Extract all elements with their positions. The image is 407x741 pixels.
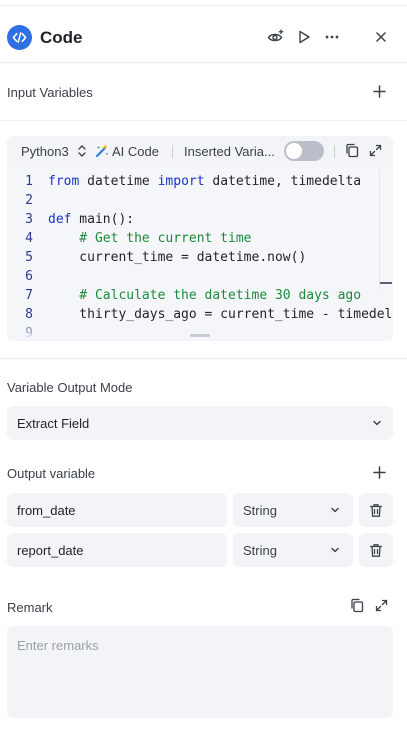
output-variable-type-select[interactable]: String [233, 493, 353, 527]
close-icon [376, 32, 386, 42]
code-text-area[interactable]: 1 from datetime import datetime, timedelt… [7, 168, 393, 341]
eye-sparkle-icon[interactable] [265, 26, 287, 48]
code-text: def main(): [48, 212, 135, 227]
code-text: # Get the current time [48, 231, 252, 246]
add-output-variable-button[interactable] [371, 464, 387, 480]
code-text: from datetime import datetime, timedelta [48, 174, 362, 189]
line-number: 5 [25, 250, 33, 265]
play-button[interactable] [293, 26, 315, 48]
language-select[interactable]: Python3 [21, 144, 69, 159]
code-line: 4 # Get the current time [7, 229, 379, 248]
copy-icon [346, 143, 359, 158]
variable-type: String [243, 503, 277, 518]
expand-icon [369, 144, 382, 157]
remark-container [7, 626, 393, 718]
code-line: 3 def main(): [7, 210, 379, 229]
panel-header: Code [0, 20, 407, 56]
page-title: Code [40, 28, 83, 47]
play-icon [299, 30, 310, 44]
output-mode-select[interactable]: Extract Field [7, 406, 393, 440]
line-number: 7 [25, 288, 33, 303]
copy-icon [351, 598, 364, 613]
code-line: 6 [7, 267, 379, 286]
input-variables-label: Input Variables [7, 85, 93, 100]
delete-variable-button[interactable] [359, 493, 393, 527]
code-icon [7, 25, 32, 50]
line-number: 3 [25, 212, 33, 227]
resize-handle[interactable] [190, 334, 210, 337]
ai-code-button[interactable]: AI Code [112, 144, 159, 159]
more-button[interactable] [321, 26, 343, 48]
code-text: current_time = datetime.now() [48, 250, 307, 265]
chevron-down-icon [331, 507, 339, 513]
divider [0, 120, 407, 121]
remark-input[interactable] [7, 626, 393, 718]
inserted-variables-label: Inserted Varia... [184, 144, 275, 159]
chevron-down-icon [373, 420, 381, 426]
trash-icon [369, 503, 383, 517]
line-number: 4 [25, 231, 33, 246]
code-editor-panel: Python3 AI Code Inserted Varia... 1 from… [7, 136, 393, 341]
expand-code-button[interactable] [369, 144, 382, 160]
variable-type: String [243, 543, 277, 558]
output-mode-value: Extract Field [17, 416, 90, 431]
line-number: 2 [25, 193, 33, 208]
chevron-down-icon [331, 547, 339, 553]
output-variable-name-field[interactable]: report_date [7, 533, 227, 567]
code-line: 1 from datetime import datetime, timedelt… [7, 172, 379, 191]
toolbar-separator [334, 145, 335, 158]
toolbar-separator [172, 145, 173, 158]
code-minimap-scrollbar[interactable] [379, 170, 392, 290]
plus-icon [372, 84, 386, 98]
line-number: 1 [25, 174, 33, 189]
remark-label: Remark [7, 600, 53, 615]
expand-icon [375, 599, 388, 612]
code-line: 2 [7, 191, 379, 210]
scroll-thumb[interactable] [380, 282, 392, 284]
divider [0, 358, 407, 359]
delete-variable-button[interactable] [359, 533, 393, 567]
output-mode-label: Variable Output Mode [7, 380, 133, 395]
output-variable-name-field[interactable]: from_date [7, 493, 227, 527]
code-fade-overlay [7, 318, 393, 341]
ai-sparkle-icon [94, 143, 110, 162]
language-updown-icon[interactable] [77, 144, 87, 161]
toggle-knob [286, 143, 302, 159]
line-number: 6 [25, 269, 33, 284]
code-toolbar: Python3 AI Code Inserted Varia... [7, 136, 393, 166]
copy-remark-button[interactable] [350, 598, 366, 614]
trash-icon [369, 543, 383, 557]
output-variable-label: Output variable [7, 466, 96, 481]
code-line: 5 current_time = datetime.now() [7, 248, 379, 267]
expand-remark-button[interactable] [375, 599, 389, 613]
top-strip [0, 0, 407, 6]
more-icon [325, 35, 339, 39]
add-input-variable-button[interactable] [371, 83, 387, 99]
close-button[interactable] [370, 26, 392, 48]
code-line: 7 # Calculate the datetime 30 days ago [7, 286, 379, 305]
variable-name: report_date [17, 543, 84, 558]
output-variable-type-select[interactable]: String [233, 533, 353, 567]
inserted-variables-toggle[interactable] [284, 141, 324, 161]
divider [0, 62, 407, 63]
copy-code-button[interactable] [345, 143, 359, 161]
code-text: # Calculate the datetime 30 days ago [48, 288, 362, 303]
variable-name: from_date [17, 503, 76, 518]
plus-icon [372, 465, 386, 479]
